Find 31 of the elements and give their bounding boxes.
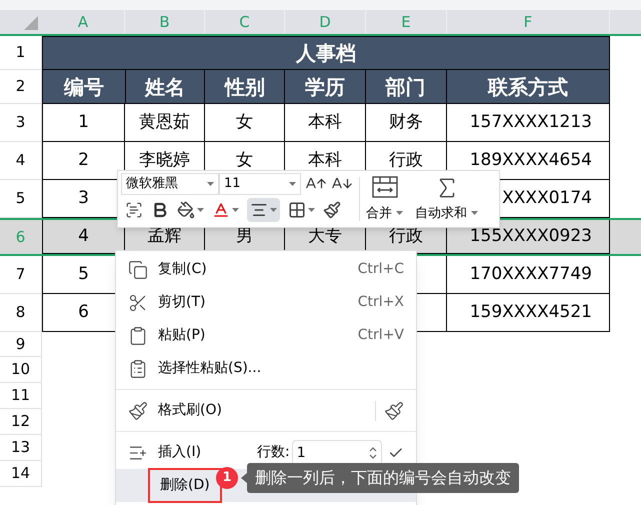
table-cell: 黄恩茹	[139, 114, 190, 131]
table-cell: 李晓婷	[139, 152, 190, 169]
table-cell: 170XXXX7749	[470, 266, 592, 283]
table-cell: 本科	[308, 152, 342, 169]
table-cell: 2	[78, 152, 89, 169]
table-cell: 3	[78, 190, 89, 207]
table-cell: 女	[236, 114, 253, 131]
table-cell: 4	[78, 228, 89, 245]
table-cell: 财务	[389, 114, 423, 131]
table-cell: 行政	[389, 228, 423, 245]
table-cell: XXXX0174	[502, 190, 592, 207]
header-cell-text: 联系方式	[486, 74, 569, 100]
table-cell: 6	[78, 304, 89, 321]
tooltip: 删除一列后，下面的编号会自动改变	[241, 463, 519, 493]
table-cell: 1	[78, 114, 89, 131]
title-cell: 人事档	[42, 36, 610, 70]
header-cell: 学历	[285, 70, 366, 103]
table-cell: 本科	[308, 114, 342, 131]
table-cell: 157XXXX1213	[470, 114, 592, 131]
header-cell: 编号	[43, 70, 126, 103]
table-cell: 大专	[308, 228, 342, 245]
table-cell: 189XXXX4654	[470, 152, 592, 169]
header-cell: 性别	[205, 70, 286, 103]
header-cell: 姓名	[126, 70, 206, 103]
count-label: 行数:	[257, 443, 290, 462]
table-cell: 女	[236, 152, 253, 169]
header-cell: 部门	[366, 70, 447, 103]
table-cell: 行政	[389, 152, 423, 169]
table-cell: 5	[78, 266, 89, 283]
table-cell: 159XXXX4521	[470, 304, 592, 321]
table-cell: 155XXXX0923	[470, 228, 592, 245]
